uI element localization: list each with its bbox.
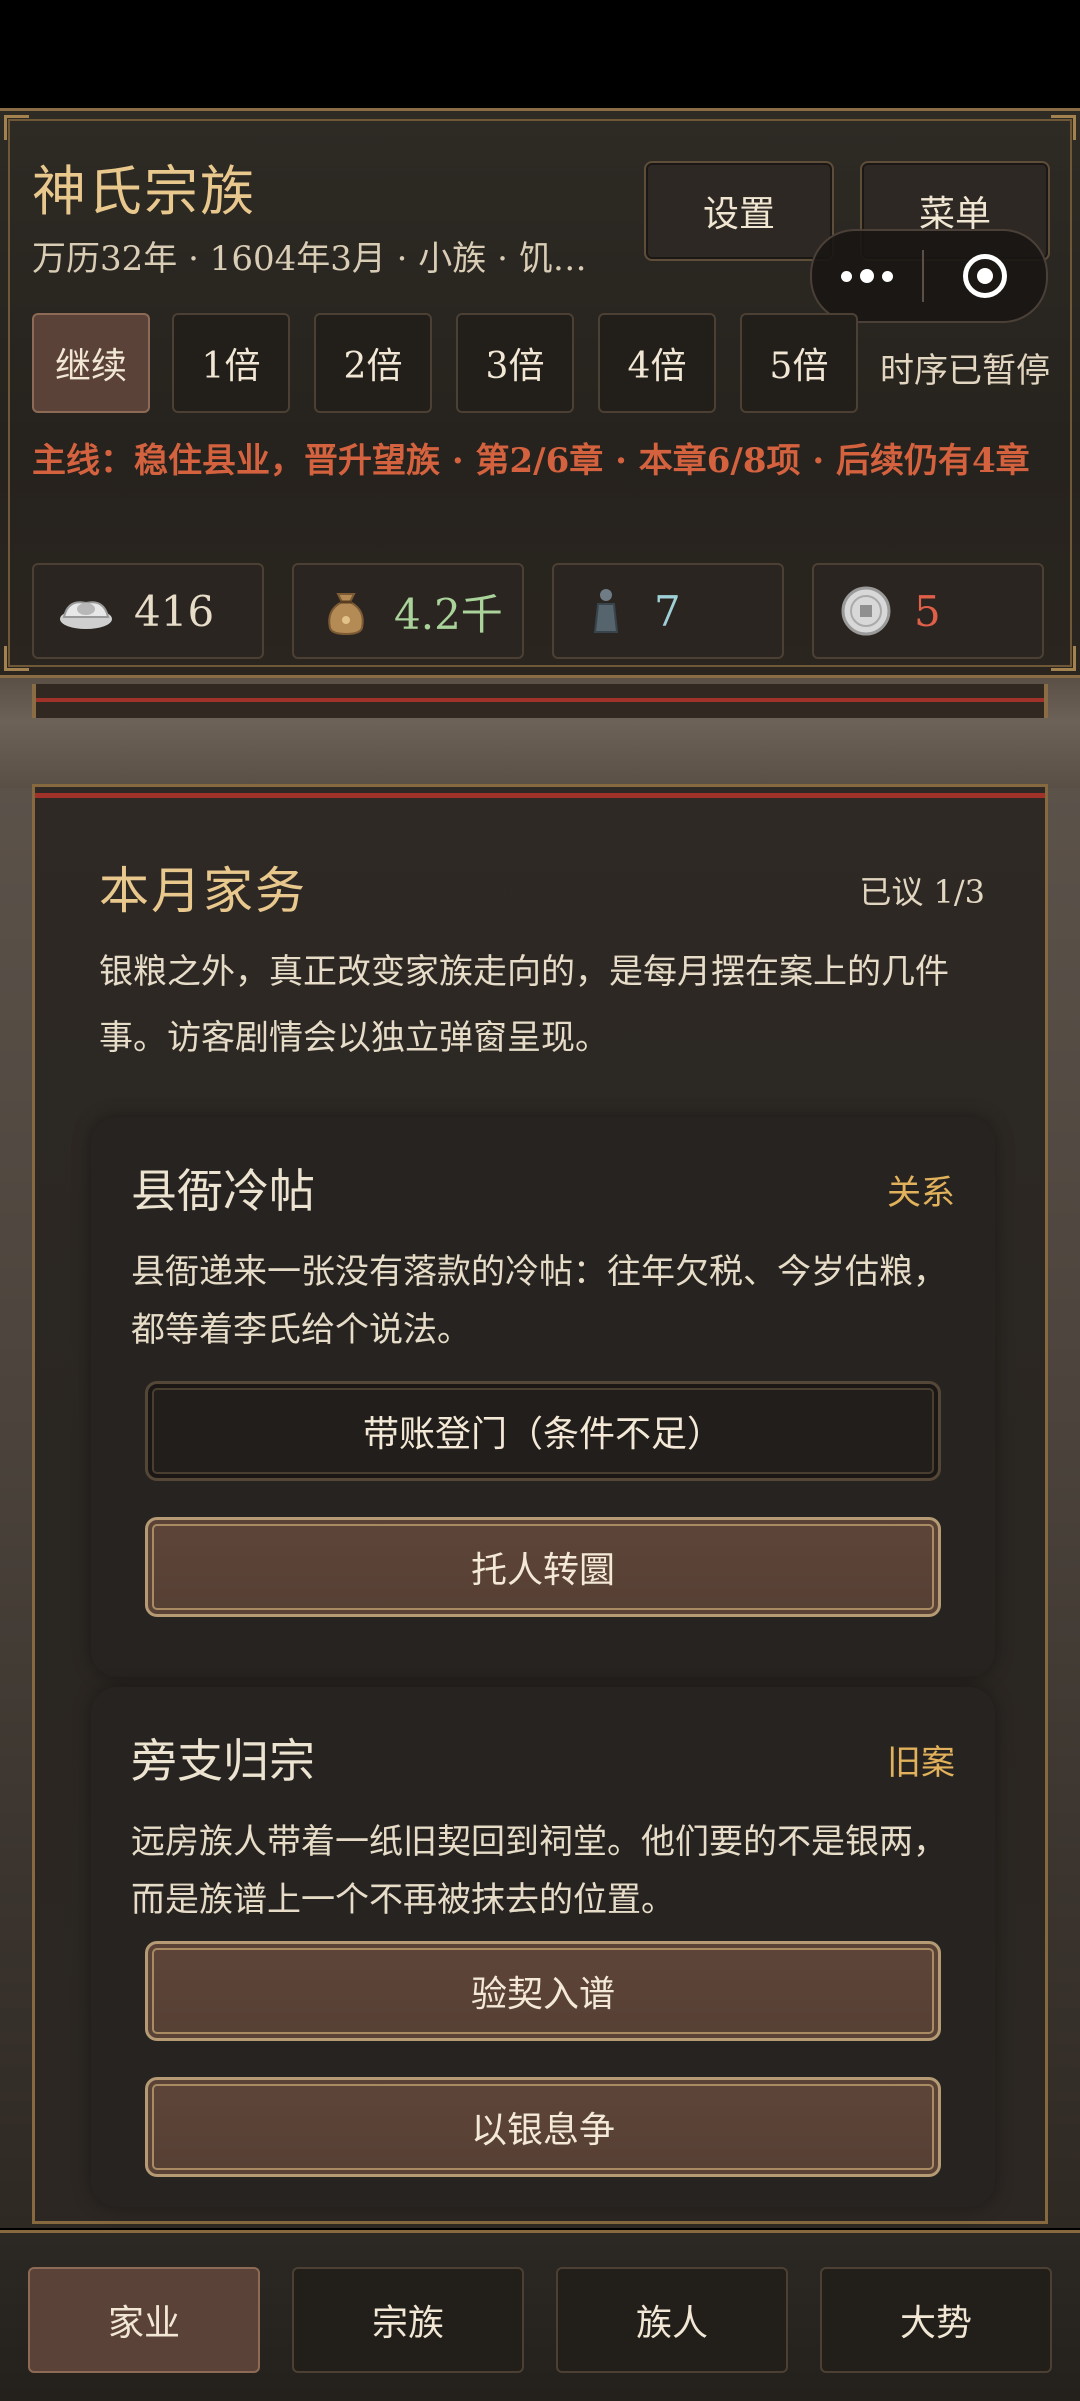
affair-card-county-office: 县衙冷帖 关系 县衙递来一张没有落款的冷帖：往年欠税、今岁估粮，都等着李氏给个说… — [91, 1117, 995, 1677]
affairs-progress: 已议 1/3 — [859, 873, 985, 911]
card-title: 旁支归宗 — [131, 1734, 315, 1788]
tab-clansmen[interactable]: 族人 — [556, 2267, 788, 2373]
main-quest-text: 主线：稳住县业，晋升望族 · 第2/6章 · 本章6/8项 · 后续仍有4章 — [32, 441, 1030, 481]
paused-status: 时序已暂停 — [880, 351, 1050, 391]
silver-value: 416 — [134, 586, 215, 636]
grain-value: 4.2千 — [394, 589, 503, 639]
settings-button[interactable]: 设置 — [644, 161, 834, 261]
tab-clan[interactable]: 宗族 — [292, 2267, 524, 2373]
mediate-button[interactable]: 托人转圜 — [145, 1517, 941, 1617]
tab-family-business[interactable]: 家业 — [28, 2267, 260, 2373]
resource-population: 7 — [552, 563, 784, 659]
more-dots-icon[interactable] — [812, 269, 922, 283]
panel-title: 本月家务 — [99, 862, 307, 920]
verify-contract-button[interactable]: 验契入谱 — [145, 1941, 941, 2041]
coin-value: 5 — [914, 586, 941, 636]
card-title: 县衙冷帖 — [131, 1164, 315, 1218]
panel-intro: 银粮之外，真正改变家族走向的，是每月摆在案上的几件事。访客剧情会以独立弹窗呈现。 — [99, 952, 949, 1058]
card-tag: 旧案 — [887, 1743, 955, 1783]
status-bar — [0, 0, 1080, 108]
affair-card-branch-return: 旁支归宗 旧案 远房族人带着一纸旧契回到祠堂。他们要的不是银两，而是族谱上一个不… — [91, 1687, 995, 2207]
resource-coin: 5 — [812, 563, 1044, 659]
resource-grain: 4.2千 — [292, 563, 524, 659]
person-figure-icon — [576, 581, 636, 641]
coin-icon — [836, 581, 896, 641]
date-subtitle: 万历32年 · 1604年3月 · 小族 · 饥… — [32, 239, 587, 279]
population-value: 7 — [654, 586, 681, 636]
card-text: 远房族人带着一纸旧契回到祠堂。他们要的不是银两，而是族谱上一个不再被抹去的位置。 — [131, 1822, 947, 1920]
mini-program-capsule — [810, 229, 1048, 323]
decorative-divider — [0, 678, 1080, 788]
speed-4x-button[interactable]: 4倍 — [598, 313, 716, 413]
tab-world-situation[interactable]: 大势 — [820, 2267, 1052, 2373]
card-text: 县衙递来一张没有落款的冷帖：往年欠税、今岁估粮，都等着李氏给个说法。 — [131, 1252, 947, 1350]
bottom-nav: 家业 宗族 族人 大势 — [0, 2230, 1080, 2401]
card-tag: 关系 — [887, 1173, 955, 1213]
resource-silver: 416 — [32, 563, 264, 659]
close-target-icon[interactable] — [924, 254, 1046, 298]
speed-5x-button[interactable]: 5倍 — [740, 313, 858, 413]
bring-ledger-button[interactable]: 带账登门（条件不足） — [145, 1381, 941, 1481]
monthly-affairs-panel: 本月家务 已议 1/3 银粮之外，真正改变家族走向的，是每月摆在案上的几件事。访… — [32, 784, 1048, 2224]
silver-ingot-icon — [56, 581, 116, 641]
grain-sack-icon — [316, 581, 376, 641]
speed-2x-button[interactable]: 2倍 — [314, 313, 432, 413]
speed-1x-button[interactable]: 1倍 — [172, 313, 290, 413]
header-panel: 神氏宗族 万历32年 · 1604年3月 · 小族 · 饥… 设置 菜单 继续 … — [0, 108, 1080, 678]
continue-button[interactable]: 继续 — [32, 313, 150, 413]
clan-title: 神氏宗族 — [32, 160, 256, 223]
speed-3x-button[interactable]: 3倍 — [456, 313, 574, 413]
settle-with-silver-button[interactable]: 以银息争 — [145, 2077, 941, 2177]
